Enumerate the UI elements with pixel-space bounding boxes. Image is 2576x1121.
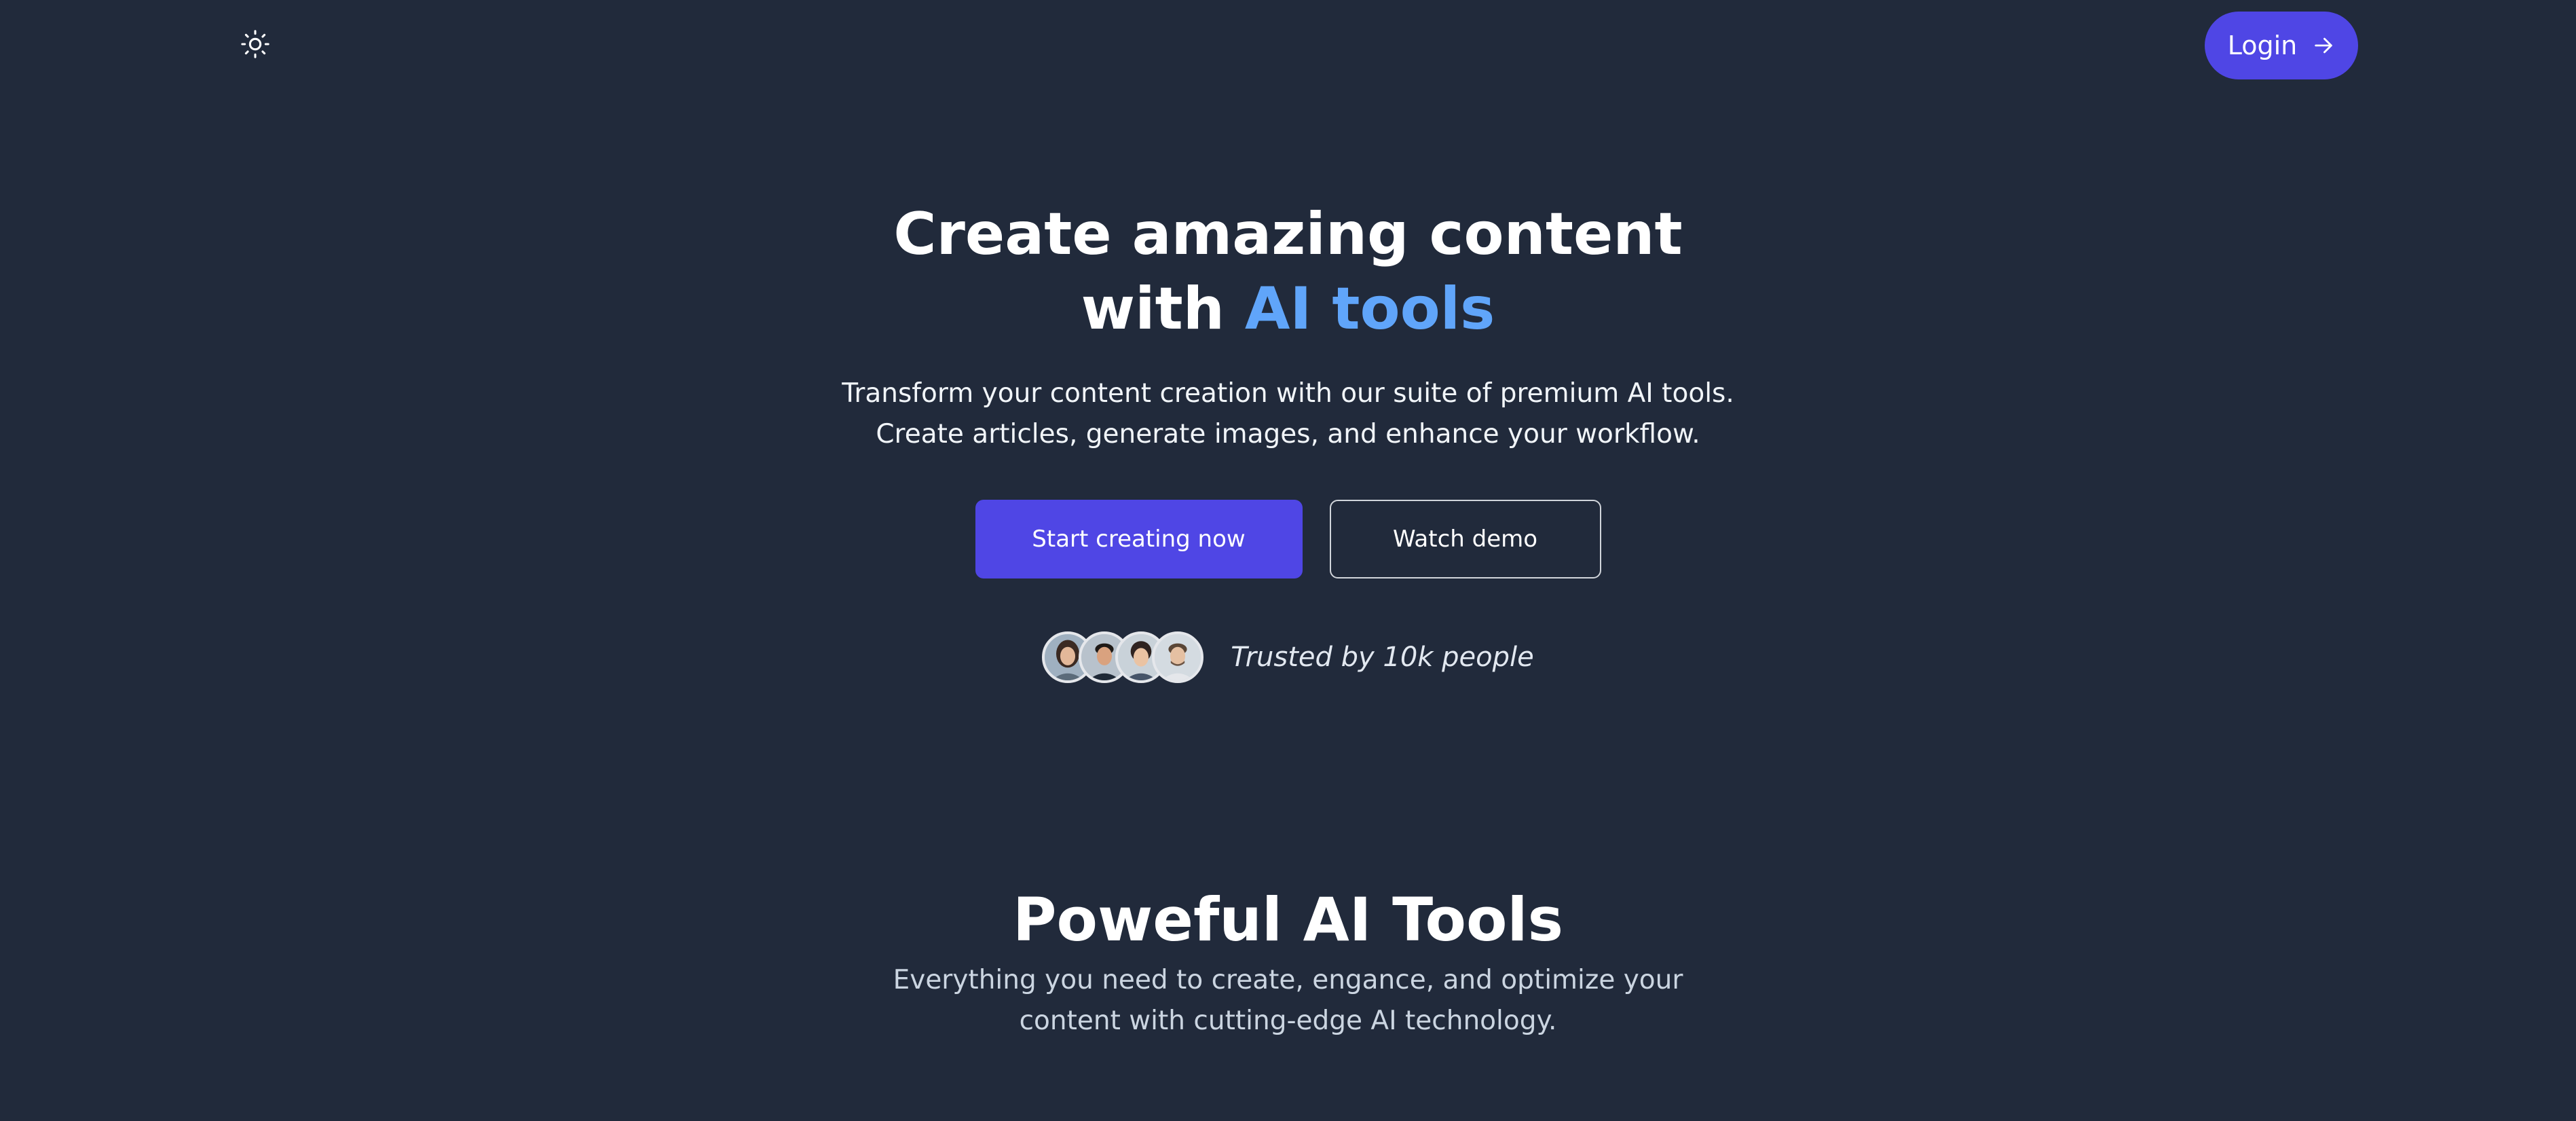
hero-title-line1: Create amazing content [893, 200, 1683, 268]
theme-toggle-button[interactable] [238, 29, 272, 62]
watch-demo-label: Watch demo [1392, 526, 1538, 553]
start-creating-button[interactable]: Start creating now [975, 500, 1303, 578]
sun-icon [240, 29, 271, 62]
cta-row: Start creating now Watch demo [0, 500, 2576, 578]
tools-section: Poweful AI Tools Everything you need to … [0, 883, 2576, 1042]
arrow-right-icon [2312, 34, 2335, 57]
avatar [1152, 631, 1204, 683]
login-label: Login [2227, 31, 2298, 60]
hero-section: Create amazing content with AI tools Tra… [0, 197, 2576, 683]
login-button[interactable]: Login [2205, 12, 2358, 79]
avatar-group [1042, 631, 1204, 683]
trust-row: Trusted by 10k people [0, 631, 2576, 683]
hero-subtitle: Transform your content creation with our… [842, 378, 1734, 449]
trust-text: Trusted by 10k people [1231, 642, 1534, 673]
hero-title-prefix: with [1081, 275, 1245, 343]
tools-subtitle: Everything you need to create, engance, … [893, 965, 1683, 1036]
watch-demo-button[interactable]: Watch demo [1329, 500, 1601, 578]
hero-title: Create amazing content with AI tools [0, 197, 2576, 346]
tools-title: Poweful AI Tools [1013, 885, 1563, 955]
start-creating-label: Start creating now [1032, 526, 1246, 553]
hero-title-accent: AI tools [1244, 275, 1495, 343]
